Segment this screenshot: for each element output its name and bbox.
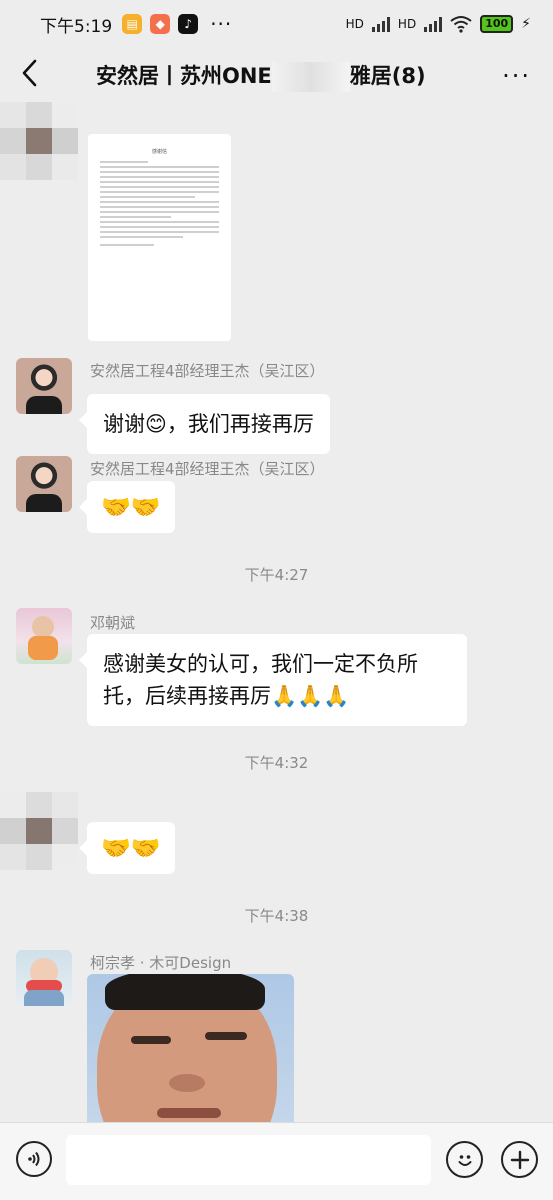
back-icon[interactable] xyxy=(18,58,42,88)
message-text-line: 托，后续再接再厉🙏🙏🙏 xyxy=(103,684,350,708)
message-bubble[interactable]: 🤝🤝 xyxy=(79,822,175,874)
photo-message[interactable] xyxy=(87,974,294,1122)
more-options-button[interactable]: ··· xyxy=(502,62,531,90)
input-bar xyxy=(0,1122,553,1200)
avatar-dengchaobin[interactable] xyxy=(16,608,72,664)
shopping-app-icon: ◆ xyxy=(150,14,171,34)
wifi-icon xyxy=(450,16,472,33)
more-functions-button[interactable] xyxy=(501,1141,538,1178)
timestamp: 下午4:38 xyxy=(244,907,309,925)
message-text-line: 感谢美女的认可，我们一定不负所 xyxy=(103,652,418,676)
status-time: 下午5:19 xyxy=(40,16,113,37)
sender-name: 邓朝斌 xyxy=(90,614,136,632)
message-input[interactable] xyxy=(66,1135,431,1185)
message-list[interactable]: 感谢信 安然居工程4部经理王杰（吴江区） 谢谢😊，我们再接再厉 安然居工程4部经… xyxy=(0,102,553,1122)
smiley-icon xyxy=(458,1154,471,1166)
voice-icon xyxy=(28,1151,40,1167)
battery-icon: 100 xyxy=(480,15,514,33)
network-label-1: HD xyxy=(345,17,364,31)
redacted-title-segment xyxy=(271,62,350,92)
message-bubble[interactable]: 感谢美女的认可，我们一定不负所 托，后续再接再厉🙏🙏🙏 xyxy=(79,634,467,726)
tiktok-app-icon: ♪ xyxy=(178,14,199,34)
voice-input-button[interactable] xyxy=(16,1141,52,1177)
sender-name: 安然居工程4部经理王杰（吴江区） xyxy=(90,362,325,380)
avatar-wangjie[interactable] xyxy=(16,456,72,512)
chat-header: 安然居丨苏州ONE 雅居(8) ··· xyxy=(0,48,553,102)
more-notifications-icon: ··· xyxy=(210,12,233,36)
avatar-kezongxiao[interactable] xyxy=(16,950,72,1006)
signal-icon-2 xyxy=(424,16,443,32)
avatar-wangjie[interactable] xyxy=(16,358,72,414)
blurred-avatar[interactable] xyxy=(0,792,78,870)
document-image-message[interactable]: 感谢信 xyxy=(88,134,231,341)
signal-icon-1 xyxy=(371,16,390,32)
chat-title-part2: 雅居(8) xyxy=(349,64,426,88)
charging-icon: ⚡ xyxy=(521,16,531,32)
notes-app-icon: ▤ xyxy=(122,14,143,34)
plus-icon xyxy=(510,1150,529,1169)
message-bubble[interactable]: 谢谢😊，我们再接再厉 xyxy=(79,394,330,454)
chat-title-part1: 安然居丨苏州ONE xyxy=(96,64,272,88)
timestamp: 下午4:27 xyxy=(244,566,309,584)
status-bar: 下午5:19 ▤ ◆ ♪ ··· HD HD 100 ⚡ xyxy=(0,0,553,48)
document-title: 感谢信 xyxy=(151,149,167,155)
chat-title: 安然居丨苏州ONE 雅居(8) xyxy=(96,60,426,92)
network-label-2: HD xyxy=(397,17,417,31)
blurred-avatar[interactable] xyxy=(0,102,78,180)
timestamp: 下午4:32 xyxy=(244,754,309,772)
emoji-button[interactable] xyxy=(446,1141,483,1178)
message-bubble[interactable]: 🤝🤝 xyxy=(79,481,175,533)
sender-name: 柯宗孝 · 木可Design xyxy=(90,954,232,972)
sender-name: 安然居工程4部经理王杰（吴江区） xyxy=(90,460,325,478)
